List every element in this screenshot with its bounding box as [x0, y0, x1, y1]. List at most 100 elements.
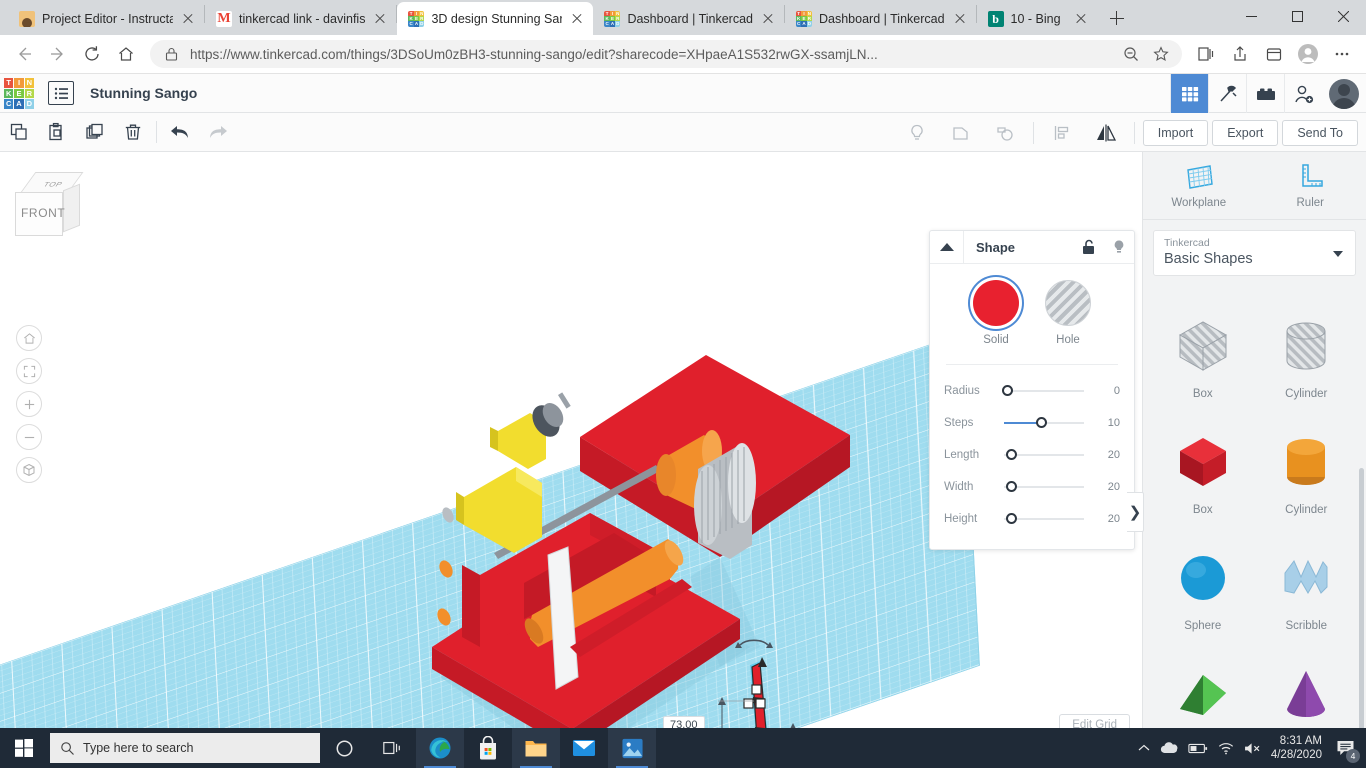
browser-menu-icon[interactable]: [1326, 38, 1358, 70]
zoom-out-icon[interactable]: [16, 424, 42, 450]
close-window-button[interactable]: [1320, 0, 1366, 32]
width-value[interactable]: 20: [1092, 481, 1120, 493]
reload-icon[interactable]: [76, 38, 108, 70]
shape-item-cylinder-hole[interactable]: Cylinder: [1255, 292, 1359, 404]
undo-icon[interactable]: [161, 113, 199, 152]
radius-slider-knob[interactable]: [1002, 385, 1013, 396]
mirror-icon[interactable]: [1086, 113, 1126, 152]
view-cube[interactable]: TOP FRONT: [12, 170, 86, 240]
radius-slider[interactable]: [1004, 390, 1084, 392]
chevron-down-icon[interactable]: [1333, 251, 1343, 257]
copy-icon[interactable]: [0, 113, 38, 152]
unlock-icon[interactable]: [1074, 231, 1104, 264]
steps-value[interactable]: 10: [1092, 417, 1120, 429]
browser-tab-4[interactable]: TINKERCAD Dashboard | Tinkercad: [785, 2, 976, 35]
view-cube-right-face[interactable]: [63, 184, 80, 233]
ungroup-icon[interactable]: [985, 113, 1025, 152]
new-tab-button[interactable]: [1103, 4, 1131, 32]
battery-icon[interactable]: [1188, 743, 1208, 754]
duplicate-icon[interactable]: [76, 113, 114, 152]
height-value[interactable]: 20: [1092, 513, 1120, 525]
show-hidden-icons-icon[interactable]: [1138, 744, 1150, 752]
shape-item-scribble[interactable]: Scribble: [1255, 524, 1359, 636]
hole-pattern-swatch[interactable]: [1045, 280, 1091, 326]
favorite-star-icon[interactable]: [1150, 43, 1172, 65]
shape-library-dropdown[interactable]: Tinkercad Basic Shapes: [1153, 230, 1356, 276]
browser-tab-3[interactable]: TINKERCAD Dashboard | Tinkercad: [593, 2, 784, 35]
add-person-icon[interactable]: [1284, 74, 1322, 113]
taskbar-task-view-icon[interactable]: [368, 728, 416, 768]
delete-icon[interactable]: [114, 113, 152, 152]
taskbar-edge-icon[interactable]: [416, 728, 464, 768]
tab-close-icon[interactable]: [760, 11, 776, 27]
zoom-in-icon[interactable]: [16, 391, 42, 417]
tab-close-icon[interactable]: [952, 11, 968, 27]
url-input[interactable]: https://www.tinkercad.com/things/3DSoUm0…: [150, 40, 1182, 68]
shape-item-box-red[interactable]: Box: [1151, 408, 1255, 520]
shape-item-sphere[interactable]: Sphere: [1151, 524, 1255, 636]
import-button[interactable]: Import: [1143, 120, 1208, 146]
lightbulb-icon[interactable]: [897, 113, 937, 152]
taskbar-mail-icon[interactable]: [560, 728, 608, 768]
solid-mode-option[interactable]: Solid: [973, 280, 1019, 346]
ortho-view-icon[interactable]: [16, 457, 42, 483]
user-avatar[interactable]: [1322, 74, 1366, 113]
home-view-icon[interactable]: [16, 325, 42, 351]
back-icon[interactable]: [8, 38, 40, 70]
send-to-button[interactable]: Send To: [1282, 120, 1358, 146]
zoom-out-icon[interactable]: [1120, 43, 1142, 65]
maximize-button[interactable]: [1274, 0, 1320, 32]
forward-icon[interactable]: [42, 38, 74, 70]
volume-muted-icon[interactable]: [1244, 742, 1261, 755]
taskbar-file-explorer-icon[interactable]: [512, 728, 560, 768]
export-button[interactable]: Export: [1212, 120, 1278, 146]
tab-close-icon[interactable]: [569, 11, 585, 27]
browser-tab-5[interactable]: b 10 - Bing: [977, 2, 1097, 35]
wifi-icon[interactable]: [1218, 742, 1234, 755]
shape-item-cylinder-orange[interactable]: Cylinder: [1255, 408, 1359, 520]
redo-icon[interactable]: [199, 113, 237, 152]
onedrive-icon[interactable]: [1160, 742, 1178, 754]
notification-center-icon[interactable]: 4: [1332, 735, 1358, 761]
shape-item-box-hole[interactable]: Box: [1151, 292, 1255, 404]
taskbar-clock[interactable]: 8:31 AM 4/28/2020: [1271, 734, 1322, 762]
tab-close-icon[interactable]: [372, 11, 388, 27]
taskbar-microsoft-store-icon[interactable]: [464, 728, 512, 768]
taskbar-photos-icon[interactable]: [608, 728, 656, 768]
settings-more-icon[interactable]: [1258, 38, 1290, 70]
height-slider-knob[interactable]: [1006, 513, 1017, 524]
chevron-right-icon[interactable]: ❯: [1127, 492, 1144, 532]
fit-view-icon[interactable]: [16, 358, 42, 384]
list-menu-icon[interactable]: [48, 81, 74, 105]
home-icon[interactable]: [110, 38, 142, 70]
steps-slider-knob[interactable]: [1036, 417, 1047, 428]
tinkercad-logo[interactable]: TINKERCAD: [4, 78, 34, 108]
hole-mode-option[interactable]: Hole: [1045, 280, 1091, 346]
align-icon[interactable]: [1042, 113, 1082, 152]
length-slider[interactable]: [1004, 454, 1084, 456]
steps-slider[interactable]: [1004, 422, 1084, 424]
collections-icon[interactable]: [1190, 38, 1222, 70]
browser-tab-1[interactable]: M tinkercad link - davinfis: [205, 2, 396, 35]
taskbar-cortana-icon[interactable]: [320, 728, 368, 768]
hammer-tools-icon[interactable]: [1208, 74, 1246, 113]
tab-close-icon[interactable]: [1073, 11, 1089, 27]
length-value[interactable]: 20: [1092, 449, 1120, 461]
paste-icon[interactable]: [38, 113, 76, 152]
browser-tab-0[interactable]: Project Editor - Instructa: [8, 2, 204, 35]
collapse-up-icon[interactable]: [930, 231, 964, 264]
windows-start-icon[interactable]: [0, 728, 48, 768]
sidebar-scrollbar[interactable]: [1359, 468, 1364, 746]
browser-tab-2-active[interactable]: TINKERCAD 3D design Stunning Sar: [397, 2, 593, 35]
width-slider-knob[interactable]: [1006, 481, 1017, 492]
minimize-button[interactable]: [1228, 0, 1274, 32]
page-title[interactable]: Stunning Sango: [90, 85, 197, 101]
tab-close-icon[interactable]: [180, 11, 196, 27]
share-icon[interactable]: [1224, 38, 1256, 70]
height-slider[interactable]: [1004, 518, 1084, 520]
length-slider-knob[interactable]: [1006, 449, 1017, 460]
sidebar-tool-ruler[interactable]: Ruler: [1255, 152, 1366, 219]
group-icon[interactable]: [941, 113, 981, 152]
blocks-grid-icon[interactable]: [1170, 74, 1208, 113]
solid-color-swatch[interactable]: [973, 280, 1019, 326]
